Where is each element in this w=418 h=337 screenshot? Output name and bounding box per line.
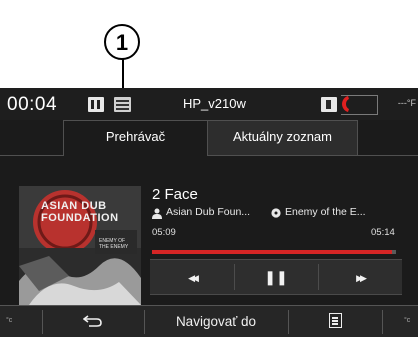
back-arrow-icon [82, 315, 102, 327]
next-icon: ▶▶ [356, 273, 367, 283]
status-bar: 00:04 HP_v210w ---°F [0, 88, 418, 120]
album-cover: ASIAN DUB FOUNDATION ENEMY OF THE ENEMY [19, 186, 141, 305]
tab-player[interactable]: Prehrávač [63, 120, 208, 156]
album-cover-subtitle: ENEMY OF THE ENEMY [99, 238, 129, 250]
menu-button[interactable] [288, 306, 382, 337]
pause-button[interactable]: ❚❚ [234, 260, 318, 294]
transport-controls: ◀◀ ❚❚ ▶▶ [150, 259, 402, 295]
album-cover-title: ASIAN DUB FOUNDATION [41, 200, 137, 224]
elapsed-time: 05:09 [152, 227, 176, 238]
previous-icon: ◀◀ [188, 273, 199, 283]
previous-button[interactable]: ◀◀ [150, 260, 234, 294]
menu-list-icon [328, 313, 342, 329]
callout-marker: 1 [104, 24, 140, 60]
progress-fill [152, 250, 393, 254]
right-temperature: °c [404, 317, 411, 324]
infotainment-screen: 00:04 HP_v210w ---°F Prehrávač Aktuálny … [0, 88, 418, 337]
clock-time: 00:04 [7, 94, 58, 115]
book-icon[interactable] [88, 97, 104, 112]
track-title: 2 Face [152, 186, 198, 203]
artist-name: Asian Dub Foun... [166, 206, 251, 218]
pause-icon: ❚❚ [264, 269, 288, 285]
callout-number: 1 [115, 30, 129, 55]
connected-device-name: HP_v210w [183, 96, 246, 111]
phonebook-icon[interactable] [321, 97, 337, 112]
phone-call-icon[interactable] [341, 95, 351, 113]
bottom-bar: °c Navigovať do °c [0, 305, 418, 337]
progress-bar[interactable] [152, 250, 396, 254]
left-temperature: °c [6, 317, 13, 324]
next-button[interactable]: ▶▶ [318, 260, 402, 294]
bottom-divider [382, 310, 383, 334]
album-cover-line-1: ASIAN DUB [41, 200, 107, 212]
artist-icon [152, 208, 162, 219]
tab-baseline-right [358, 155, 418, 156]
outside-temperature: ---°F [397, 98, 416, 108]
navigate-to-button[interactable]: Navigovať do [144, 306, 288, 337]
album-disc-icon [271, 208, 281, 218]
tab-current-list[interactable]: Aktuálny zoznam [208, 120, 358, 156]
total-duration: 05:14 [371, 227, 395, 238]
media-source-icon[interactable] [114, 97, 131, 112]
tab-baseline-left [0, 155, 63, 156]
album-cover-line-2: FOUNDATION [41, 212, 119, 224]
album-name: Enemy of the E... [285, 206, 366, 218]
back-button[interactable] [42, 306, 144, 337]
